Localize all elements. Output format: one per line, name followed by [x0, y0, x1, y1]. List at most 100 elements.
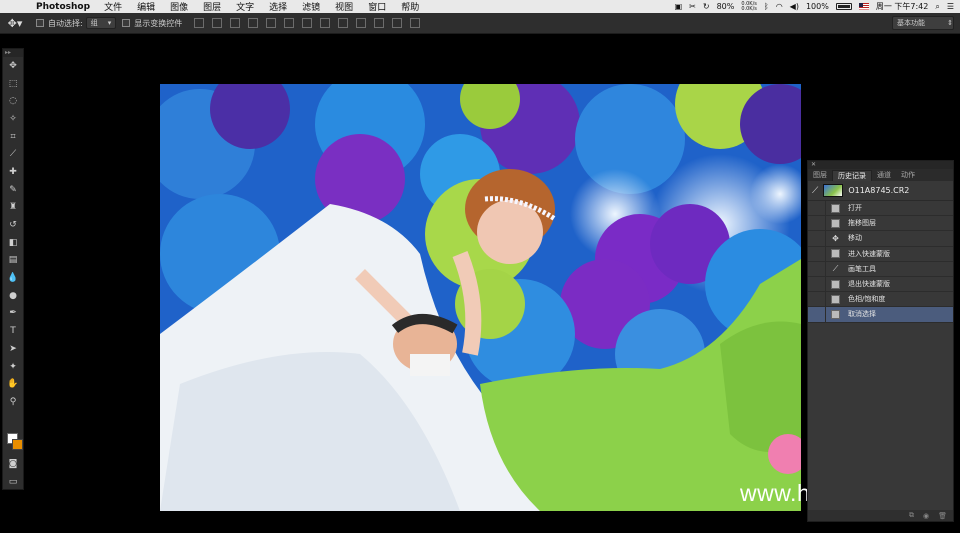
clone-stamp-tool-icon[interactable]: ♜: [3, 199, 23, 217]
spotlight-icon[interactable]: ⌕: [935, 2, 939, 12]
align-left-icon[interactable]: [248, 18, 259, 28]
tab-history[interactable]: 历史记录: [832, 170, 872, 181]
show-transform-label: 显示变换控件: [134, 18, 183, 28]
history-state-label: 拖移图层: [848, 219, 876, 228]
history-state-label: 打开: [848, 204, 862, 213]
type-tool-icon[interactable]: T: [3, 322, 23, 340]
hand-tool-icon[interactable]: ✋: [3, 375, 23, 393]
pen-tool-icon[interactable]: ✒: [3, 305, 23, 323]
history-state-label: 取消选择: [848, 310, 876, 319]
brush-tool-icon[interactable]: ✎: [3, 181, 23, 199]
distribute-left-icon[interactable]: [356, 18, 367, 28]
history-state[interactable]: 退出快速蒙版: [808, 276, 953, 293]
crop-tool-icon[interactable]: ⌗: [3, 128, 23, 146]
menu-layer[interactable]: 图层: [203, 0, 221, 13]
menu-filter[interactable]: 滤镜: [302, 0, 320, 13]
history-state[interactable]: 拖移图层: [808, 216, 953, 232]
menu-file[interactable]: 文件: [104, 0, 122, 13]
distribute-bottom-icon[interactable]: [338, 18, 349, 28]
tab-channels[interactable]: 通道: [872, 170, 896, 181]
history-state[interactable]: 进入快速蒙版: [808, 246, 953, 262]
panel-grip[interactable]: ✕: [808, 161, 953, 169]
history-source-cell[interactable]: [808, 246, 826, 261]
align-hcenter-icon[interactable]: [266, 18, 277, 28]
quick-mask-icon[interactable]: ◙: [3, 455, 23, 473]
sync-icon[interactable]: ↻: [703, 2, 710, 11]
path-selection-tool-icon[interactable]: ➤: [3, 340, 23, 358]
status-area: ▣ ✂ ↻ 80% 0.0K/s 0.0K/s ᛒ ◠ ◀) 100% 周一 下…: [675, 0, 954, 13]
healing-brush-tool-icon[interactable]: ✚: [3, 163, 23, 181]
workspace-switcher[interactable]: 基本功能 ⇕: [892, 16, 954, 30]
eraser-tool-icon[interactable]: ◧: [3, 234, 23, 252]
menu-image[interactable]: 图像: [170, 0, 188, 13]
app-menu[interactable]: Photoshop: [36, 2, 90, 12]
align-vcenter-icon[interactable]: [212, 18, 223, 28]
battery-icon[interactable]: [835, 3, 852, 10]
align-top-icon[interactable]: [194, 18, 205, 28]
history-brush-tool-icon[interactable]: ↺: [3, 216, 23, 234]
blur-tool-icon[interactable]: 💧: [3, 269, 23, 287]
align-right-icon[interactable]: [284, 18, 295, 28]
quick-select-tool-icon[interactable]: ✧: [3, 110, 23, 128]
menu-select[interactable]: 选择: [269, 0, 287, 13]
camera-snapshot-icon[interactable]: ◉: [923, 512, 929, 520]
menu-window[interactable]: 窗口: [368, 0, 386, 13]
notification-center-icon[interactable]: ☰: [947, 2, 954, 11]
auto-align-icon[interactable]: [410, 18, 421, 28]
history-source-cell[interactable]: [808, 231, 826, 246]
history-state[interactable]: ✥ 移动: [808, 231, 953, 247]
us-flag-icon[interactable]: [858, 3, 869, 10]
toolbox-grip[interactable]: ▸▸: [3, 49, 23, 57]
menu-type[interactable]: 文字: [236, 0, 254, 13]
align-bottom-icon[interactable]: [230, 18, 241, 28]
history-source-cell[interactable]: [808, 307, 826, 322]
scissors-icon[interactable]: ✂: [689, 2, 696, 11]
history-brush-source-icon[interactable]: ⟋: [812, 186, 818, 196]
tab-layers[interactable]: 图层: [808, 170, 832, 181]
history-source-cell[interactable]: [808, 261, 826, 276]
brush-icon: ⟋: [832, 263, 839, 273]
wifi-icon[interactable]: ◠: [776, 2, 783, 11]
eyedropper-tool-icon[interactable]: ⟋: [3, 145, 23, 163]
history-state-selected[interactable]: 取消选择: [808, 307, 953, 323]
menu-view[interactable]: 视图: [335, 0, 353, 13]
screen-mode-icon[interactable]: ▭: [3, 473, 23, 491]
dodge-tool-icon[interactable]: ●: [3, 287, 23, 305]
distribute-right-icon[interactable]: [392, 18, 403, 28]
new-document-from-state-icon[interactable]: ⧉: [909, 511, 914, 520]
history-state[interactable]: ⟋ 画笔工具: [808, 261, 953, 277]
history-source-cell[interactable]: [808, 292, 826, 307]
shape-tool-icon[interactable]: ✦: [3, 358, 23, 376]
move-tool-preset-icon[interactable]: ✥▾: [0, 17, 30, 30]
tab-actions[interactable]: 动作: [896, 170, 920, 181]
distribute-vcenter-icon[interactable]: [320, 18, 331, 28]
document-icon: [831, 218, 840, 228]
auto-select-dropdown[interactable]: 组 ▾: [85, 17, 117, 29]
zoom-tool-icon[interactable]: ⚲: [3, 393, 23, 411]
history-snapshot[interactable]: ⟋ O11A8745.CR2: [808, 181, 953, 201]
document-icon: [831, 309, 840, 319]
trash-icon[interactable]: 🗑: [938, 512, 947, 520]
battery-percent: 80%: [716, 2, 735, 11]
clock[interactable]: 周一 下午7:42: [876, 1, 929, 12]
lasso-tool-icon[interactable]: ◌: [3, 92, 23, 110]
gradient-tool-icon[interactable]: ▤: [3, 252, 23, 270]
bluetooth-icon[interactable]: ᛒ: [764, 2, 769, 11]
screen-record-icon[interactable]: ▣: [675, 2, 683, 11]
history-state[interactable]: 色相/饱和度: [808, 292, 953, 308]
menu-edit[interactable]: 编辑: [137, 0, 155, 13]
marquee-tool-icon[interactable]: ⬚: [3, 75, 23, 93]
distribute-top-icon[interactable]: [302, 18, 313, 28]
auto-select-checkbox[interactable]: [36, 19, 44, 27]
canvas-image[interactable]: [160, 84, 801, 511]
volume-icon[interactable]: ◀): [790, 2, 799, 11]
history-source-cell[interactable]: [808, 276, 826, 292]
show-transform-checkbox[interactable]: [122, 19, 131, 27]
history-source-cell[interactable]: [808, 216, 826, 231]
background-color-swatch[interactable]: [12, 439, 23, 450]
history-state[interactable]: 打开: [808, 201, 953, 217]
history-source-cell[interactable]: [808, 201, 826, 216]
move-tool-icon[interactable]: ✥: [3, 57, 23, 75]
menu-help[interactable]: 帮助: [401, 0, 419, 13]
distribute-hcenter-icon[interactable]: [374, 18, 385, 28]
